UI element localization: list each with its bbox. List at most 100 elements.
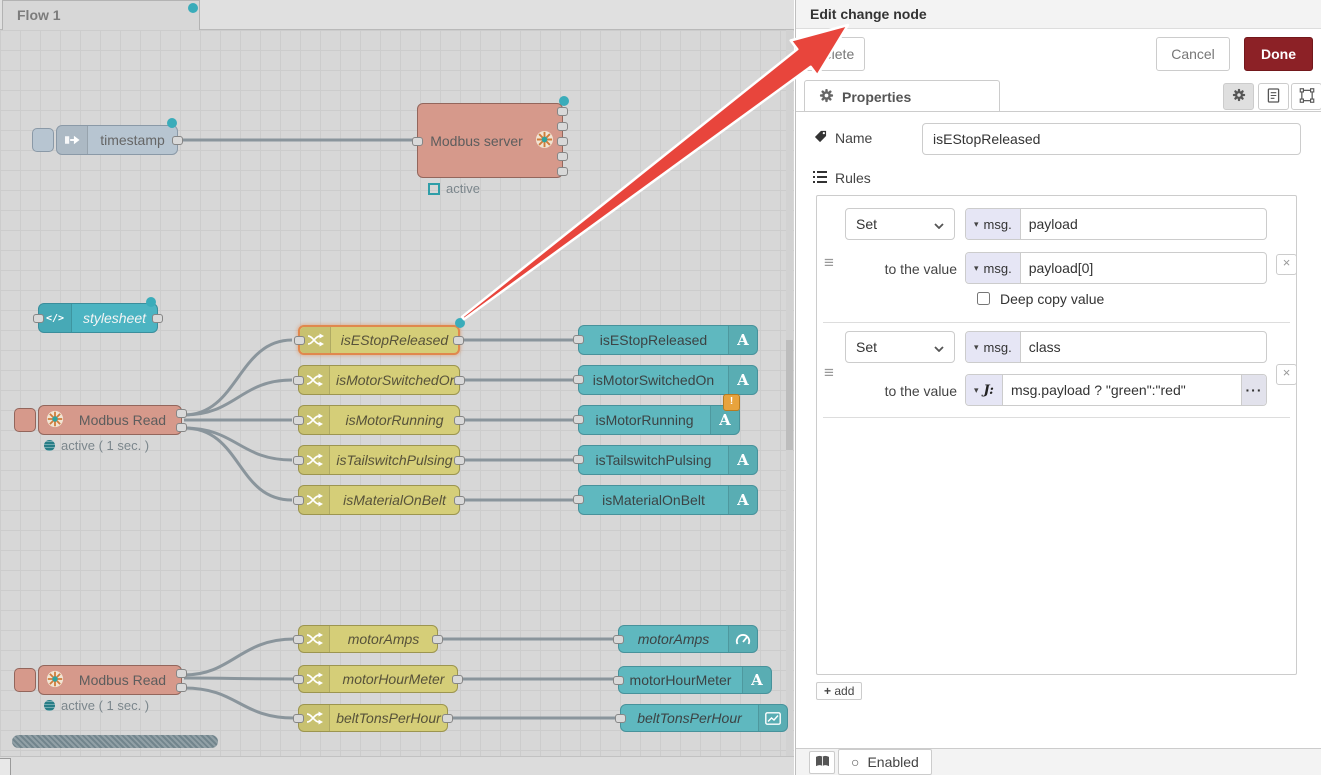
typed-input-type-button[interactable]: ▾msg. xyxy=(966,332,1021,362)
input-port[interactable] xyxy=(293,496,304,505)
output-port-3[interactable] xyxy=(557,137,568,146)
rule1-property-input[interactable]: ▾msg. payload xyxy=(965,208,1267,240)
deep-copy-checkbox[interactable] xyxy=(977,292,990,305)
input-port[interactable] xyxy=(573,415,584,424)
canvas-vscrollbar-thumb[interactable] xyxy=(786,340,793,450)
node-ui-isMotorSwitchedOn[interactable]: isMotorSwitchedOn A xyxy=(578,365,758,395)
cancel-button[interactable]: Cancel xyxy=(1156,37,1230,71)
input-port[interactable] xyxy=(293,456,304,465)
node-ui-isEStopReleased[interactable]: isEStopReleased A xyxy=(578,325,758,355)
node-ui-isMaterialOnBelt[interactable]: isMaterialOnBelt A xyxy=(578,485,758,515)
node-ui-motorAmps[interactable]: motorAmps xyxy=(618,625,758,653)
output-port[interactable] xyxy=(454,416,465,425)
input-port[interactable] xyxy=(613,676,624,685)
edit-description-button[interactable] xyxy=(1258,83,1289,110)
radio-icon: ○ xyxy=(851,754,859,770)
output-port[interactable] xyxy=(453,336,464,345)
output-port[interactable] xyxy=(152,314,163,323)
input-port[interactable] xyxy=(293,675,304,684)
typed-input-type-button[interactable]: ▾msg. xyxy=(966,253,1021,283)
canvas-hscrollbar-thumb[interactable] xyxy=(12,735,218,748)
modbus-read-button[interactable] xyxy=(14,408,36,432)
inject-icon xyxy=(57,126,88,154)
node-inject-timestamp[interactable]: timestamp xyxy=(56,125,178,155)
name-input[interactable]: isEStopReleased xyxy=(922,123,1301,155)
node-change-isMotorSwitchedOn[interactable]: isMotorSwitchedOn xyxy=(298,365,460,395)
output-port[interactable] xyxy=(442,714,453,723)
node-change-motorHourMeter[interactable]: motorHourMeter xyxy=(298,665,458,693)
node-modbus-read-bottom[interactable]: Modbus Read xyxy=(38,665,182,695)
input-port[interactable] xyxy=(294,336,305,345)
input-port[interactable] xyxy=(615,714,626,723)
input-port[interactable] xyxy=(33,314,44,323)
input-port[interactable] xyxy=(613,635,624,644)
node-change-isMaterialOnBelt[interactable]: isMaterialOnBelt xyxy=(298,485,460,515)
typed-input-type-button[interactable]: ▾J: xyxy=(966,375,1003,405)
rule1-delete-button[interactable]: × xyxy=(1276,254,1297,275)
canvas-footer-control[interactable] xyxy=(0,758,11,775)
output-port[interactable] xyxy=(454,456,465,465)
typed-input-type-button[interactable]: ▾msg. xyxy=(966,209,1021,239)
input-port[interactable] xyxy=(293,376,304,385)
rule2-value-input[interactable]: ▾J: msg.payload ? "green":"red" ··· xyxy=(965,374,1267,406)
typed-input-value[interactable]: class xyxy=(1021,332,1266,362)
drag-handle-icon[interactable]: ≡ xyxy=(824,368,834,378)
output-port-2[interactable] xyxy=(176,683,187,692)
rule2-delete-button[interactable]: × xyxy=(1276,364,1297,385)
node-modbus-server[interactable]: Modbus server xyxy=(417,103,563,178)
node-change-motorAmps[interactable]: motorAmps xyxy=(298,625,438,653)
rule2-property-input[interactable]: ▾msg. class xyxy=(965,331,1267,363)
node-appearance-button[interactable] xyxy=(1291,83,1321,110)
expression-editor-button[interactable]: ··· xyxy=(1241,375,1266,405)
node-ui-isMotorRunning[interactable]: isMotorRunning A xyxy=(578,405,740,435)
modbus-read-button[interactable] xyxy=(14,668,36,692)
output-port-1[interactable] xyxy=(176,409,187,418)
delete-button[interactable]: Delete xyxy=(803,37,865,71)
docs-button[interactable] xyxy=(809,751,835,774)
node-change-isMotorRunning[interactable]: isMotorRunning xyxy=(298,405,460,435)
inject-button[interactable] xyxy=(32,128,54,152)
done-button[interactable]: Done xyxy=(1244,37,1313,71)
node-ui-motorHourMeter[interactable]: motorHourMeter A xyxy=(618,666,772,694)
rule2-action-select[interactable]: Set xyxy=(845,331,955,363)
output-port-2[interactable] xyxy=(176,423,187,432)
input-port[interactable] xyxy=(293,635,304,644)
node-stylesheet[interactable]: </> stylesheet xyxy=(38,303,158,333)
rule1-value-input[interactable]: ▾msg. payload[0] xyxy=(965,252,1267,284)
output-port[interactable] xyxy=(454,376,465,385)
input-port[interactable] xyxy=(293,416,304,425)
node-enabled-toggle[interactable]: ○ Enabled xyxy=(838,749,932,775)
input-port[interactable] xyxy=(573,335,584,344)
node-change-isEStopReleased[interactable]: isEStopReleased xyxy=(298,325,460,355)
output-port[interactable] xyxy=(452,675,463,684)
input-port[interactable] xyxy=(412,137,423,146)
tab-properties[interactable]: Properties xyxy=(804,80,1000,112)
output-port-1[interactable] xyxy=(557,107,568,116)
edit-properties-button[interactable] xyxy=(1223,83,1254,110)
appearance-icon xyxy=(1299,88,1315,106)
typed-input-value[interactable]: payload xyxy=(1021,209,1266,239)
input-port[interactable] xyxy=(293,714,304,723)
node-change-beltTonsPerHour[interactable]: beltTonsPerHour xyxy=(298,704,448,732)
node-ui-isTailswitchPulsing[interactable]: isTailswitchPulsing A xyxy=(578,445,758,475)
input-port[interactable] xyxy=(573,455,584,464)
node-ui-beltTonsPerHour[interactable]: beltTonsPerHour xyxy=(620,704,788,732)
typed-input-value[interactable]: payload[0] xyxy=(1021,253,1266,283)
output-port-2[interactable] xyxy=(557,122,568,131)
text-icon: A xyxy=(728,366,757,394)
output-port-5[interactable] xyxy=(557,167,568,176)
output-port[interactable] xyxy=(454,496,465,505)
node-change-isTailswitchPulsing[interactable]: isTailswitchPulsing xyxy=(298,445,460,475)
input-port[interactable] xyxy=(573,495,584,504)
output-port[interactable] xyxy=(172,136,183,145)
rule1-action-select[interactable]: Set xyxy=(845,208,955,240)
output-port-1[interactable] xyxy=(176,669,187,678)
add-rule-button[interactable]: + add xyxy=(816,682,862,700)
output-port[interactable] xyxy=(432,635,443,644)
output-port-4[interactable] xyxy=(557,152,568,161)
typed-input-value[interactable]: msg.payload ? "green":"red" xyxy=(1003,375,1241,405)
flow-tab[interactable]: Flow 1 xyxy=(2,0,200,30)
node-modbus-read-top[interactable]: Modbus Read xyxy=(38,405,182,435)
drag-handle-icon[interactable]: ≡ xyxy=(824,258,834,268)
input-port[interactable] xyxy=(573,375,584,384)
